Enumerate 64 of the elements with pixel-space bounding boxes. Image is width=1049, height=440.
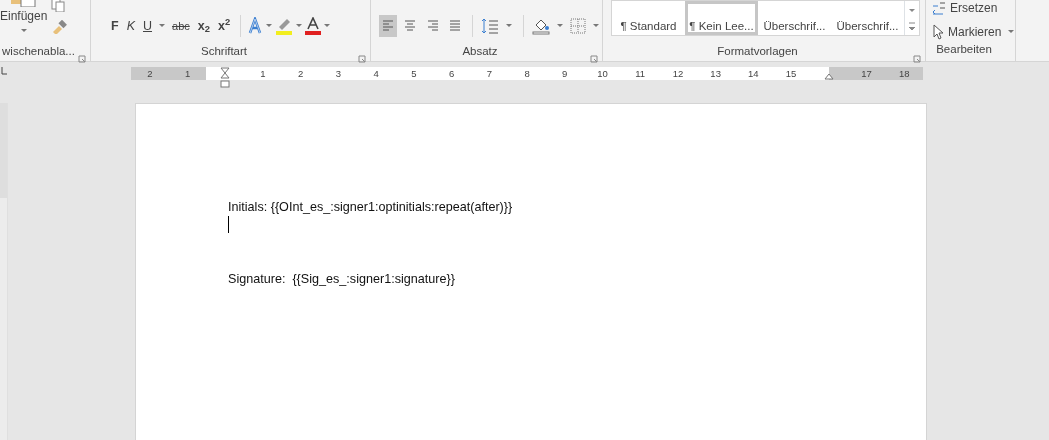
ruler-number: 1 <box>259 66 267 80</box>
superscript-button[interactable]: x$^{2}$ <box>213 15 235 37</box>
group-label: Absatz <box>461 44 499 59</box>
ruler-number: 2 <box>297 66 305 80</box>
ruler-number: 9 <box>561 66 569 80</box>
dialog-launcher-icon[interactable] <box>358 54 366 63</box>
bold-button[interactable]: F <box>107 15 123 37</box>
ruler-number: 4 <box>372 66 380 80</box>
align-left-button[interactable] <box>379 15 398 37</box>
group-label: Bearbeiten <box>935 42 993 57</box>
ruler-number: 5 <box>410 66 418 80</box>
ruler-number: 1 <box>168 66 207 80</box>
subscript-button[interactable]: x$_{2}$ <box>193 15 214 37</box>
indent-marker-icon[interactable] <box>220 66 231 89</box>
ruler-number: 14 <box>747 66 760 80</box>
ruler-number: 2 <box>131 66 169 80</box>
group-label: wischenabla... <box>1 44 76 59</box>
document-text: Initials: {{OInt_es_:signer1:optinitials:repeat(after)}} <box>228 200 513 214</box>
caret-icon[interactable] <box>506 23 513 28</box>
shading-icon[interactable] <box>531 17 550 35</box>
ruler-number: 10 <box>596 66 609 80</box>
caret-icon[interactable] <box>159 23 165 28</box>
text-effects-icon[interactable] <box>247 17 264 35</box>
caret-icon[interactable] <box>556 23 563 28</box>
ruler-number: 18 <box>885 66 924 80</box>
ruler-number: 12 <box>671 66 685 80</box>
tab-selector-icon[interactable] <box>0 66 8 76</box>
ruler-number: 3 <box>334 66 343 80</box>
dialog-launcher-icon[interactable] <box>590 54 598 63</box>
ruler-number: 8 <box>523 66 531 80</box>
ruler-number: 7 <box>485 66 493 80</box>
copy-icon[interactable] <box>51 0 66 12</box>
underline-button[interactable]: U <box>139 15 156 37</box>
ruler-number: 13 <box>709 66 722 80</box>
borders-icon[interactable] <box>569 18 586 34</box>
replace-button[interactable]: Ersetzen <box>926 0 1004 18</box>
paste-button[interactable]: Einfügen <box>0 0 48 37</box>
highlighter-icon[interactable] <box>275 17 294 35</box>
group-label: Schriftart <box>200 44 248 59</box>
dialog-launcher-icon[interactable] <box>913 54 921 63</box>
text-cursor <box>228 216 229 233</box>
style-item[interactable]: ¶ Kein Lee... <box>685 1 758 35</box>
font-color-icon[interactable] <box>305 17 322 35</box>
right-indent-marker-icon[interactable] <box>823 71 834 80</box>
strikethrough-button[interactable]: abc <box>168 15 194 37</box>
line-spacing-icon[interactable] <box>481 17 500 35</box>
caret-icon[interactable] <box>1008 29 1015 34</box>
ruler-number: 17 <box>847 66 886 80</box>
ruler-number: 6 <box>447 66 456 80</box>
italic-button[interactable]: K <box>122 15 139 37</box>
caret-icon[interactable] <box>20 28 27 33</box>
caret-icon[interactable] <box>266 23 273 28</box>
cursor-icon <box>932 24 944 40</box>
caret-icon[interactable] <box>592 23 599 28</box>
select-button[interactable]: Markieren <box>926 22 1024 42</box>
replace-icon <box>932 1 946 15</box>
document-text: Signature: {{Sig_es_:signer1:signature}} <box>228 272 455 286</box>
format-painter-icon[interactable] <box>51 20 68 34</box>
caret-icon[interactable] <box>324 23 331 28</box>
group-label: Formatvorlagen <box>716 44 799 59</box>
caret-icon[interactable] <box>296 23 303 28</box>
ruler-number: 15 <box>784 66 798 80</box>
dialog-launcher-icon[interactable] <box>78 54 86 63</box>
ruler-number: 11 <box>634 66 647 80</box>
